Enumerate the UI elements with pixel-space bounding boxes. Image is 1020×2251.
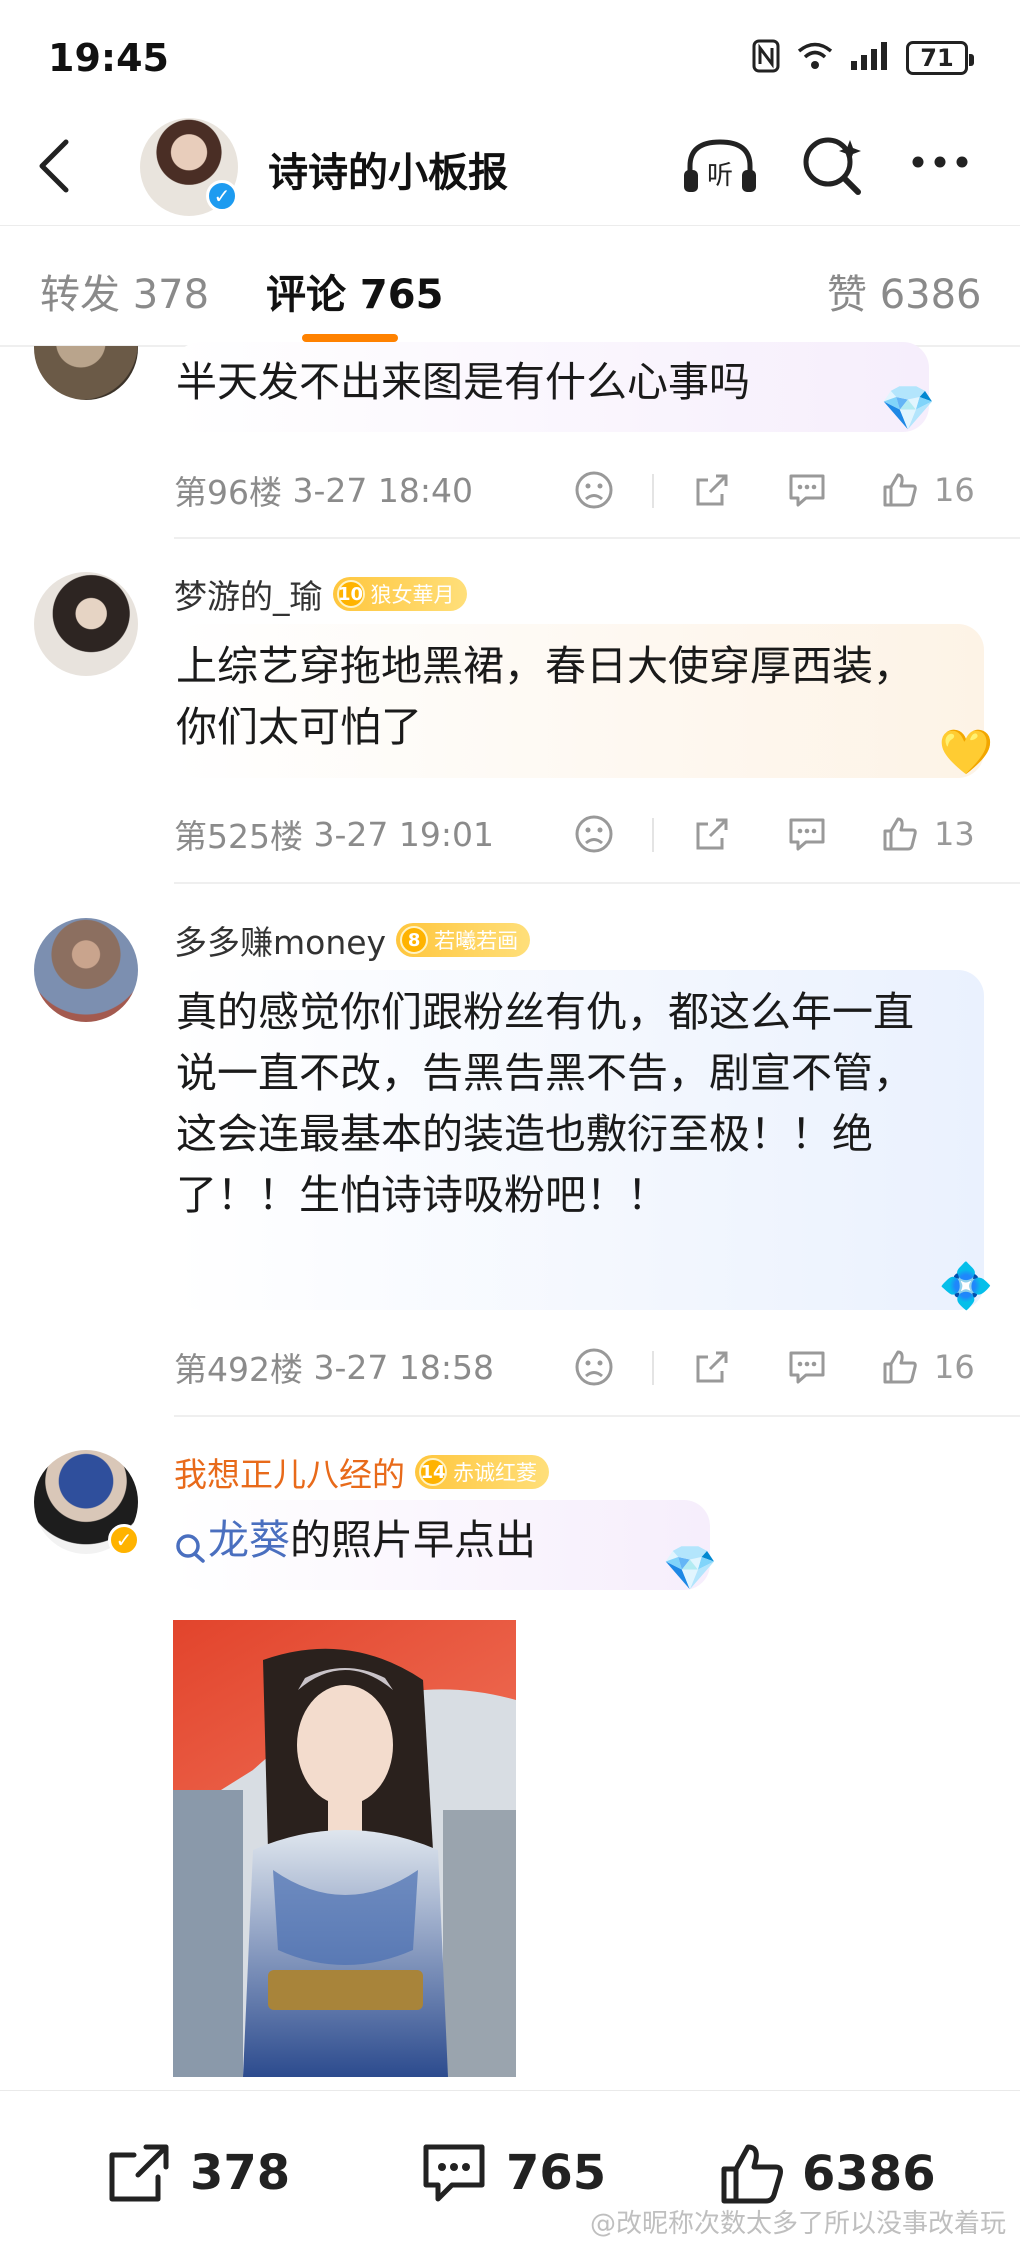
tab-likes[interactable]: 赞 6386 [827,262,982,320]
tab-comments[interactable]: 评论 765 [266,262,443,320]
dislike-icon[interactable] [574,460,614,520]
comment-button[interactable]: 765 [418,2141,606,2205]
comment-text: 的照片早点出 [290,1516,536,1564]
comment-text: 上综艺穿拖地黑裙，春日大使穿厚西装，你们太可怕了 [174,624,984,778]
blue-gem-icon: 💠 [938,1261,994,1312]
tab-bar: 转发 378 评论 765 赞 6386 [0,225,1020,346]
comment-divider [174,882,1020,884]
like-button[interactable]: 13 [880,804,975,864]
status-time: 19:45 [48,36,169,80]
comment-photo[interactable] [173,1620,516,2077]
commenter-avatar[interactable] [34,572,138,676]
like-button[interactable]: 6386 [718,2141,936,2207]
badge-title: 赤诚红菱 [453,1461,537,1485]
floor-number: 第492楼 [174,1350,303,1389]
reply-icon[interactable] [786,1337,828,1397]
like-button[interactable]: 16 [880,1337,975,1397]
page-title: 诗诗的小板报 [268,150,508,196]
commenter-name-row: 多多赚money 8 若曦若画 [174,916,531,964]
nfc-icon [752,39,780,77]
fan-badge: 8 若曦若画 [396,923,531,957]
commenter-name-row: 我想正儿八经的 14 赤诚红菱 [174,1448,549,1496]
search-icon[interactable] [800,132,866,202]
battery-indicator: 71 [906,41,974,75]
comment-meta: 第492楼 3-27 18:58 16 [174,1337,994,1397]
like-count: 16 [934,1348,975,1386]
commenter-name-row: 梦游的_瑜 10 狼女華月 [174,570,467,618]
comment-meta: 第96楼 3-27 18:40 16 [174,460,994,520]
floor-number: 第525楼 [174,817,303,856]
reply-icon[interactable] [786,804,828,864]
like-count: 13 [934,815,975,853]
comment-divider [174,1415,1020,1417]
comment-time: 3-27 18:58 [313,1347,495,1387]
fan-badge: 10 狼女華月 [332,577,467,611]
repost-count: 378 [190,2145,291,2201]
more-icon[interactable] [908,152,972,176]
meta-separator [652,1351,654,1385]
badge-title: 若曦若画 [434,929,519,953]
fan-badge: 14 赤诚红菱 [415,1455,549,1489]
comment-count: 765 [506,2145,607,2201]
commenter-name[interactable]: 梦游的_瑜 [174,570,323,618]
share-icon[interactable] [692,804,732,864]
like-count: 6386 [802,2146,936,2202]
search-link-text[interactable]: 龙葵 [208,1510,290,1571]
comment-meta: 第525楼 3-27 19:01 13 [174,804,994,864]
badge-title: 狼女華月 [370,583,455,607]
tab-repost[interactable]: 转发 378 [40,262,209,320]
status-bar: 19:45 71 [0,0,1020,110]
dislike-icon[interactable] [574,804,614,864]
svg-text:听: 听 [707,161,733,191]
badge-level: 8 [400,926,429,954]
back-icon[interactable] [34,136,74,200]
like-count: 16 [934,471,975,509]
search-link-icon[interactable] [174,1520,208,1581]
signal-icon [850,41,890,75]
comment-text-row: 龙葵 的照片早点出 [174,1500,710,1590]
active-tab-indicator [302,334,398,342]
listen-icon[interactable]: 听 [680,134,760,204]
comment-time: 3-27 18:40 [292,470,474,510]
top-navigation: ✓ 诗诗的小板报 听 [0,110,1020,225]
dislike-icon[interactable] [574,1337,614,1397]
purple-gem-icon: 💎 [880,383,936,434]
verified-icon: ✓ [108,1524,140,1556]
meta-separator [652,818,654,852]
repost-button[interactable]: 378 [104,2141,290,2205]
badge-level: 10 [336,580,365,608]
purple-gem-icon: 💎 [662,1543,718,1594]
comment-text: 真的感觉你们跟粉丝有仇，都这么年一直说一直不改，告黑告黑不告，剧宣不管，这会连最… [174,970,984,1310]
meta-separator [652,474,654,508]
reply-icon[interactable] [786,460,828,520]
commenter-avatar[interactable] [34,918,138,1022]
status-icons: 71 [752,38,974,78]
comment-time: 3-27 19:01 [313,814,495,854]
floor-number: 第96楼 [174,473,282,512]
badge-level: 14 [419,1458,447,1486]
share-icon[interactable] [692,460,732,520]
gold-gem-icon: 💛 [938,727,994,778]
commenter-name[interactable]: 我想正儿八经的 [174,1448,405,1496]
bottom-action-bar: 378 765 6386 @改昵称次数太多了所以没事改着玩 [0,2090,1020,2251]
wifi-icon [796,41,834,75]
comment-divider [174,537,1020,539]
commenter-name[interactable]: 多多赚money [174,916,386,964]
like-button[interactable]: 16 [880,460,975,520]
comment-text: 半天发不出来图是有什么心事吗 [174,342,929,432]
share-icon[interactable] [692,1337,732,1397]
watermark-text: @改昵称次数太多了所以没事改着玩 [589,2209,1006,2239]
verified-icon: ✓ [206,180,238,212]
